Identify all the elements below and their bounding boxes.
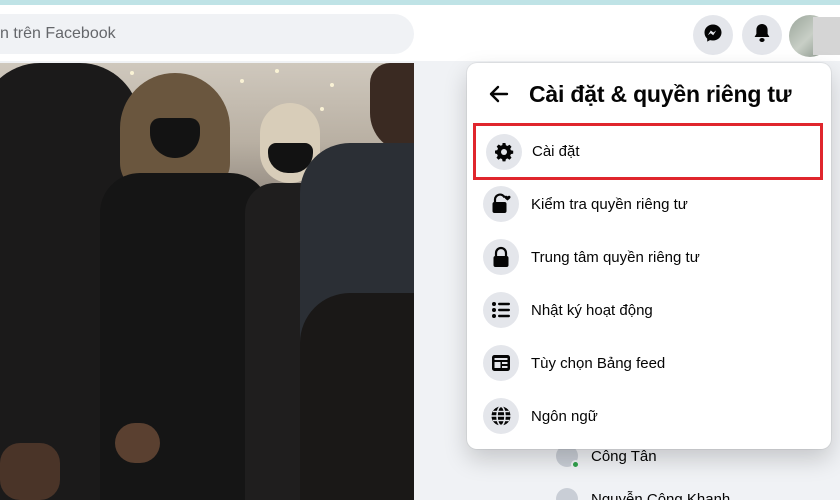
online-status-dot	[571, 460, 580, 469]
top-navigation-bar: n trên Facebook	[0, 5, 840, 61]
avatar-blur-overlay	[813, 17, 840, 55]
menu-item-label: Kiểm tra quyền riêng tư	[531, 195, 688, 213]
menu-item-label: Cài đặt	[532, 143, 580, 160]
list-icon	[483, 292, 519, 328]
search-input[interactable]: n trên Facebook	[0, 14, 414, 54]
menu-header: Cài đặt & quyền riêng tư	[467, 63, 831, 129]
messenger-button[interactable]	[693, 15, 733, 55]
messenger-icon	[703, 23, 723, 48]
globe-icon	[483, 398, 519, 434]
menu-item-label: Ngôn ngữ	[531, 407, 598, 425]
menu-item-settings[interactable]: Cài đặt	[473, 123, 823, 180]
menu-item-label: Tùy chọn Bảng feed	[531, 354, 666, 372]
feed-icon	[483, 345, 519, 381]
contact-name: Nguyễn Công Khanh	[591, 490, 731, 500]
lock-icon	[483, 239, 519, 275]
menu-title: Cài đặt & quyền riêng tư	[529, 81, 792, 107]
search-placeholder: n trên Facebook	[0, 25, 116, 42]
menu-item-privacy-checkup[interactable]: Kiểm tra quyền riêng tư	[475, 178, 823, 230]
contact-avatar	[556, 488, 578, 500]
facebook-page: n trên Facebook Công Tân Nguyễn Công Kha…	[0, 0, 840, 500]
settings-privacy-menu: Cài đặt & quyền riêng tư Cài đặt Kiểm tr…	[467, 63, 831, 449]
menu-item-privacy-center[interactable]: Trung tâm quyền riêng tư	[475, 231, 823, 283]
back-button[interactable]	[481, 78, 517, 114]
lock-heart-icon	[483, 186, 519, 222]
bell-icon	[753, 23, 771, 48]
menu-item-feed-preferences[interactable]: Tùy chọn Bảng feed	[475, 337, 823, 389]
gear-icon	[486, 134, 522, 170]
contact-name: Công Tân	[591, 447, 657, 465]
menu-item-activity-log[interactable]: Nhật ký hoạt động	[475, 284, 823, 336]
arrow-left-icon	[489, 85, 509, 108]
contact-item[interactable]: Nguyễn Công Khanh	[556, 488, 730, 500]
notifications-button[interactable]	[742, 15, 782, 55]
menu-item-label: Nhật ký hoạt động	[531, 301, 653, 319]
menu-item-language[interactable]: Ngôn ngữ	[475, 390, 823, 442]
feed-post-photo[interactable]	[0, 63, 414, 500]
menu-item-label: Trung tâm quyền riêng tư	[531, 248, 700, 266]
